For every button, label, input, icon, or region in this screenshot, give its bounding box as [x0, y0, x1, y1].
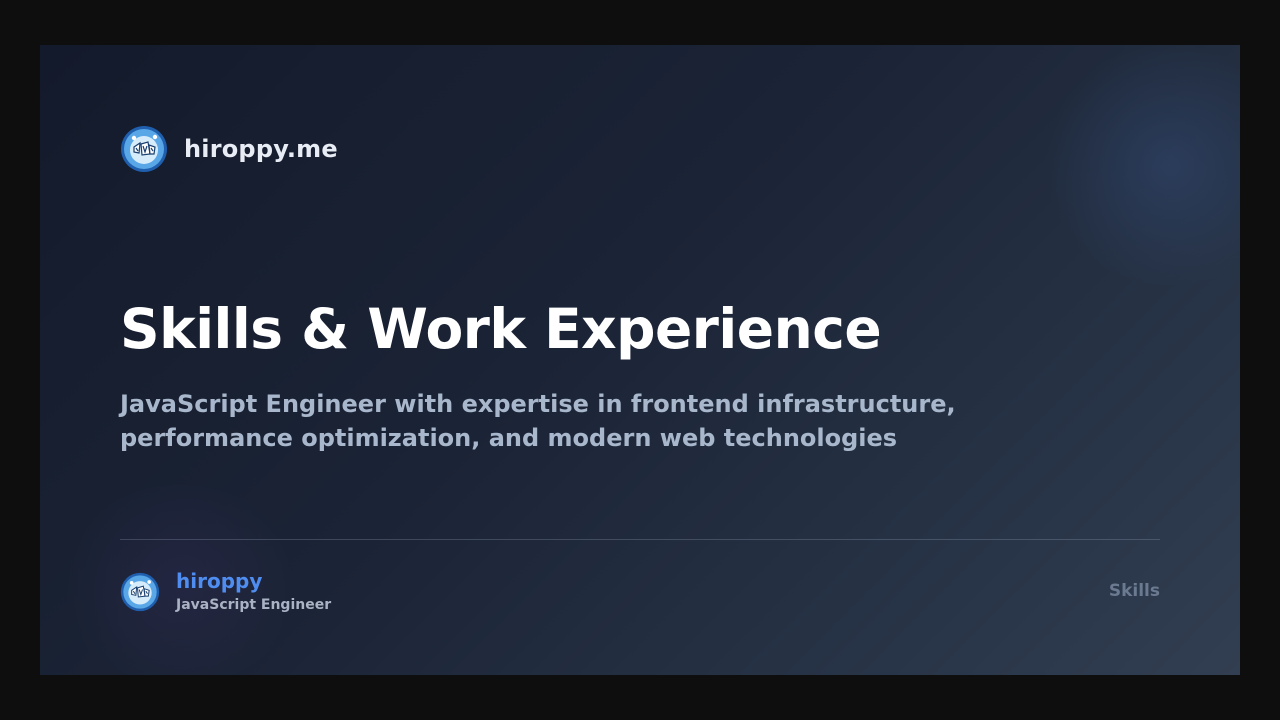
- author-role: JavaScript Engineer: [176, 597, 332, 613]
- page-subtitle: JavaScript Engineer with expertise in fr…: [120, 390, 956, 452]
- background-glow: [1040, 45, 1240, 285]
- author-name[interactable]: hiroppy: [176, 569, 331, 593]
- author-info[interactable]: hiroppy JavaScript Engineer: [120, 569, 331, 615]
- avatar-icon: [120, 125, 168, 173]
- author-avatar-icon: [120, 572, 160, 612]
- page-title: Skills & Work Experience: [120, 297, 882, 361]
- divider: [120, 539, 1160, 540]
- section-tag: Skills: [1108, 581, 1160, 601]
- site-name: hiroppy.me: [184, 135, 338, 163]
- site-brand[interactable]: hiroppy.me: [120, 125, 338, 173]
- author-text: hiroppy JavaScript Engineer: [176, 569, 331, 615]
- og-card: hiroppy.me Skills & Work Experience Java…: [40, 45, 1240, 675]
